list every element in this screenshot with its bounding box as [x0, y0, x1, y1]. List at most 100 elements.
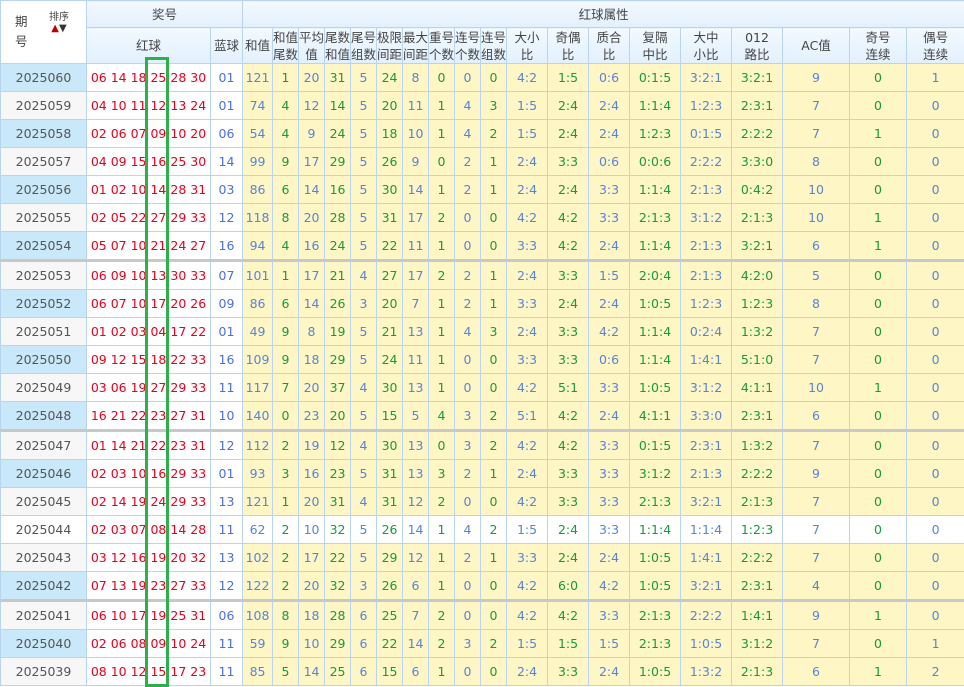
sort-up-icon[interactable]: ▲ [51, 23, 59, 34]
blue-ball-cell: 12 [211, 204, 243, 232]
attr-cell: 0 [481, 64, 507, 92]
header-line-2: 和值 [325, 47, 350, 62]
attr-cell: 0 [273, 402, 299, 431]
attr-cell: 0:6 [589, 64, 630, 92]
attr-cell: 6 [273, 176, 299, 204]
attr-cell: 3:3 [589, 516, 630, 544]
attr-cell: 2:4 [589, 232, 630, 261]
lottery-trend-table: 期 号 排序 ▲▼ 奖号 红球属性 红球 蓝球 和值和值尾数平均值尾数和值尾号组… [0, 0, 964, 686]
attr-cell: 1:3:2 [681, 658, 732, 686]
attr-cell: 3:2:1 [732, 232, 783, 261]
attr-cell: 4:2 [548, 204, 589, 232]
attr-cell: 14 [403, 176, 429, 204]
header-line-2: 中比 [643, 47, 668, 62]
attr-cell: 0 [850, 176, 907, 204]
attr-cell: 0 [850, 630, 907, 658]
attr-cell: 4 [429, 402, 455, 431]
period-cell: 2025042 [1, 572, 87, 601]
header-line-2: 值 [305, 47, 318, 62]
attr-cell: 18 [299, 346, 325, 374]
attr-cell: 1:2:3 [732, 516, 783, 544]
table-row: 202505802 06 07 09 10 200654492451810142… [1, 120, 964, 148]
attr-cell: 0 [850, 572, 907, 601]
blue-ball-cell: 10 [211, 402, 243, 431]
attr-cell: 0 [455, 658, 481, 686]
attr-cell: 0 [907, 204, 964, 232]
attr-cell: 4 [455, 516, 481, 544]
attr-cell: 3:3 [589, 460, 630, 488]
attr-cell: 93 [243, 460, 273, 488]
period-cell: 2025050 [1, 346, 87, 374]
attr-cell: 2:2:2 [681, 148, 732, 176]
red-balls-cell: 06 10 17 19 25 31 [87, 601, 211, 630]
attr-cell: 3:3 [589, 176, 630, 204]
attr-cell: 2 [481, 402, 507, 431]
attr-cell: 4 [455, 92, 481, 120]
attr-cell: 1 [429, 176, 455, 204]
attr-cell: 3 [455, 431, 481, 460]
attr-column-header: AC值 [783, 28, 850, 64]
header-line-1: 质合 [597, 30, 622, 45]
attr-cell: 7 [273, 374, 299, 402]
attr-cell: 31 [325, 64, 351, 92]
attr-cell: 0 [481, 346, 507, 374]
red-balls-cell: 06 07 10 17 20 26 [87, 290, 211, 318]
attr-cell: 20 [299, 64, 325, 92]
attr-cell: 0 [455, 64, 481, 92]
attr-cell: 7 [783, 544, 850, 572]
attr-cell: 16 [325, 176, 351, 204]
attr-cell: 19 [325, 318, 351, 346]
attr-cell: 0 [850, 148, 907, 176]
attr-cell: 20 [377, 92, 403, 120]
attr-cell: 1:0:5 [630, 658, 681, 686]
attr-cell: 2 [455, 176, 481, 204]
attr-cell: 2:1:3 [681, 176, 732, 204]
attr-cell: 1:2:3 [681, 92, 732, 120]
red-balls-cell: 01 02 10 14 28 31 [87, 176, 211, 204]
attr-cell: 121 [243, 488, 273, 516]
red-balls-cell: 02 06 07 09 10 20 [87, 120, 211, 148]
attr-cell: 1 [273, 64, 299, 92]
period-cell: 2025060 [1, 64, 87, 92]
attr-cell: 4:2 [507, 601, 548, 630]
attr-cell: 10 [403, 120, 429, 148]
attr-cell: 31 [325, 488, 351, 516]
attr-cell: 4:2 [548, 601, 589, 630]
attr-cell: 2:3:1 [681, 431, 732, 460]
header-line-2: 比 [521, 47, 534, 62]
sort-button[interactable]: 排序 ▲▼ [49, 12, 69, 34]
attr-cell: 0 [455, 572, 481, 601]
attr-cell: 2:4 [507, 261, 548, 290]
table-row: 202504502 14 19 24 29 331312112031431122… [1, 488, 964, 516]
attr-cell: 0 [429, 148, 455, 176]
attr-cell: 0:6 [589, 346, 630, 374]
attr-cell: 3:3 [507, 232, 548, 261]
attr-cell: 2:2:2 [732, 544, 783, 572]
header-line-1: 和值 [273, 30, 298, 45]
attr-cell: 4:2:0 [732, 261, 783, 290]
attr-cell: 4 [351, 488, 377, 516]
attr-cell: 2:4 [589, 120, 630, 148]
attr-cell: 1 [429, 544, 455, 572]
attr-cell: 4 [455, 120, 481, 148]
attr-cell: 0 [907, 148, 964, 176]
attr-cell: 122 [243, 572, 273, 601]
table-row: 202505502 05 22 27 29 331211882028531172… [1, 204, 964, 232]
attr-cell: 2 [481, 431, 507, 460]
red-balls-cell: 02 14 19 24 29 33 [87, 488, 211, 516]
table-row: 202505405 07 10 21 24 271694416245221110… [1, 232, 964, 261]
attr-cell: 1 [481, 148, 507, 176]
attr-cell: 2:4 [548, 544, 589, 572]
attr-cell: 0 [429, 431, 455, 460]
sort-down-icon[interactable]: ▼ [59, 23, 67, 34]
attr-cell: 0 [907, 374, 964, 402]
attr-column-header: 大中小比 [681, 28, 732, 64]
header-line-1: 尾数 [325, 30, 350, 45]
attr-cell: 1:5 [507, 516, 548, 544]
attr-cell: 0 [481, 374, 507, 402]
attr-cell: 7 [783, 120, 850, 148]
attr-cell: 14 [299, 658, 325, 686]
attr-cell: 4 [351, 431, 377, 460]
attr-cell: 5:1:0 [732, 346, 783, 374]
attr-cell: 3:3 [507, 346, 548, 374]
